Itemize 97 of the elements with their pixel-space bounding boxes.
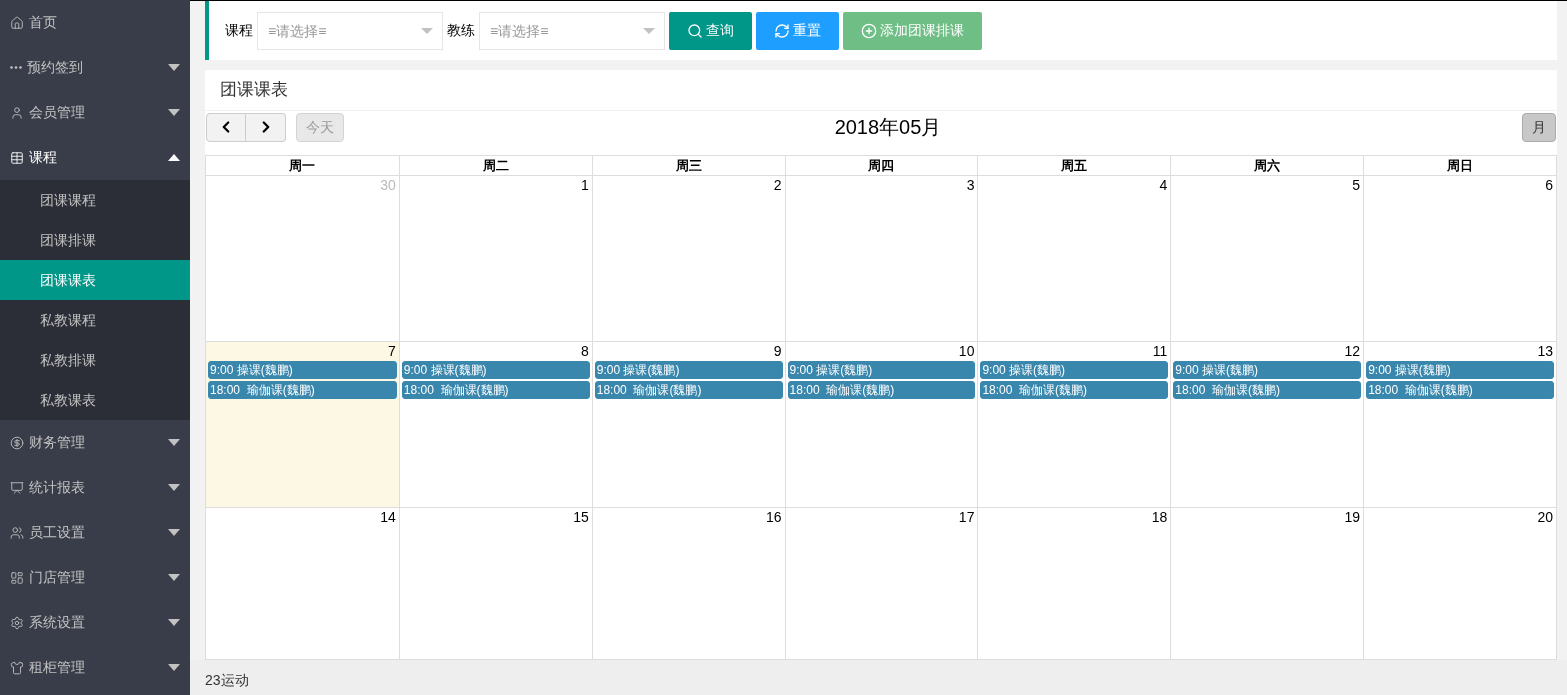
day-number: 8 xyxy=(580,342,590,360)
filter-label: 教练 xyxy=(447,21,475,40)
presentation-icon xyxy=(10,480,24,495)
day-cell[interactable]: 6 xyxy=(1363,176,1556,341)
sidebar-item[interactable]: 租柜管理 xyxy=(0,645,190,690)
sidebar-item[interactable]: 首页 xyxy=(0,0,190,45)
sidebar-item[interactable]: 系统设置 xyxy=(0,600,190,645)
day-number: 15 xyxy=(573,508,590,526)
month-view-button[interactable]: 月 xyxy=(1522,112,1556,142)
event-chip[interactable]: 9:00 操课(魏鹏) xyxy=(787,361,976,379)
search-icon xyxy=(687,22,703,39)
footer-text: 23运动 xyxy=(205,671,249,690)
event-chip[interactable]: 18:00 瑜伽课(魏鹏) xyxy=(208,381,397,399)
day-cell[interactable]: 9 9:00 操课(魏鹏) 18:00 瑜伽课(魏鹏) xyxy=(591,342,785,507)
settings-icon xyxy=(10,615,24,630)
caret-down-icon xyxy=(168,64,180,71)
day-number: 14 xyxy=(380,508,397,526)
day-number: 17 xyxy=(958,508,976,526)
grid-icon xyxy=(10,570,24,585)
prev-button[interactable] xyxy=(206,112,246,142)
caret-down-icon xyxy=(168,109,180,116)
event-chip[interactable]: 9:00 操课(魏鹏) xyxy=(208,361,397,379)
plus-circle-icon xyxy=(861,22,877,39)
sidebar-item[interactable]: 门店管理 xyxy=(0,555,190,600)
day-number: 6 xyxy=(1545,176,1554,194)
day-cell[interactable]: 13 9:00 操课(魏鹏) 18:00 瑜伽课(魏鹏) xyxy=(1363,342,1556,507)
event-chip[interactable]: 9:00 操课(魏鹏) xyxy=(1173,361,1362,379)
shirt-icon xyxy=(10,660,24,675)
day-cell[interactable]: 7 9:00 操课(魏鹏) 18:00 瑜伽课(魏鹏) xyxy=(206,342,399,507)
calendar-title: 2018年05月 xyxy=(833,115,943,140)
day-cell[interactable]: 8 9:00 操课(魏鹏) 18:00 瑜伽课(魏鹏) xyxy=(398,342,592,507)
caret-down-icon xyxy=(168,529,180,536)
sidebar-item[interactable]: 财务管理 xyxy=(0,420,190,465)
event-chip[interactable]: 9:00 操课(魏鹏) xyxy=(594,361,783,379)
day-number: 16 xyxy=(766,508,783,526)
day-cell[interactable]: 11 9:00 操课(魏鹏) 18:00 瑜伽课(魏鹏) xyxy=(977,342,1171,507)
sidebar-item[interactable]: 会员管理 xyxy=(0,90,190,135)
caret-down-icon xyxy=(168,574,180,581)
day-cell[interactable]: 15 xyxy=(398,508,592,659)
day-number: 30 xyxy=(380,176,397,194)
event-chip[interactable]: 18:00 瑜伽课(魏鹏) xyxy=(1173,381,1362,399)
sidebar-item[interactable]: 课程 xyxy=(0,135,190,180)
day-number: 11 xyxy=(1152,342,1169,360)
day-cell[interactable]: 1 xyxy=(398,176,592,341)
submenu-item[interactable]: 私教课表 xyxy=(0,380,190,420)
users-icon xyxy=(10,525,24,540)
panel-title: 团课课表 xyxy=(220,79,288,102)
day-number: 18 xyxy=(1151,508,1169,526)
day-number: 9 xyxy=(773,342,783,360)
day-cell[interactable]: 20 xyxy=(1363,508,1556,659)
submenu-item[interactable]: 私教排课 xyxy=(0,340,190,380)
search-button[interactable]: 查询 xyxy=(669,11,752,50)
day-number: 19 xyxy=(1344,508,1362,526)
caret-down-icon xyxy=(168,664,180,671)
event-chip[interactable]: 18:00 瑜伽课(魏鹏) xyxy=(594,381,783,399)
event-chip[interactable]: 9:00 操课(魏鹏) xyxy=(1366,361,1554,379)
day-number: 7 xyxy=(388,342,397,360)
event-chip[interactable]: 9:00 操课(魏鹏) xyxy=(401,361,590,379)
sidebar-item[interactable]: 员工设置 xyxy=(0,510,190,555)
sidebar-item[interactable]: 预约签到 xyxy=(0,45,190,90)
event-chip[interactable]: 18:00 瑜伽课(魏鹏) xyxy=(1366,381,1554,399)
user-icon xyxy=(10,105,24,120)
submenu-item[interactable]: 团课排课 xyxy=(0,220,190,260)
submenu-item[interactable]: 团课课程 xyxy=(0,180,190,220)
caret-down-icon xyxy=(168,484,180,491)
event-chip[interactable]: 18:00 瑜伽课(魏鹏) xyxy=(401,381,590,399)
table-icon xyxy=(10,150,24,165)
event-chip[interactable]: 9:00 操课(魏鹏) xyxy=(980,361,1169,379)
dots-icon xyxy=(10,66,22,69)
submenu-item[interactable]: 私教课程 xyxy=(0,300,190,340)
caret-down-icon xyxy=(168,619,180,626)
next-button[interactable] xyxy=(246,112,286,142)
select-field[interactable]: ≡请选择≡ xyxy=(479,11,665,50)
select-field[interactable]: ≡请选择≡ xyxy=(257,11,443,50)
event-chip[interactable]: 18:00 瑜伽课(魏鹏) xyxy=(787,381,976,399)
day-number: 12 xyxy=(1344,342,1362,360)
caret-down-icon xyxy=(421,27,433,34)
event-chip[interactable]: 18:00 瑜伽课(魏鹏) xyxy=(980,381,1169,399)
submenu-item[interactable]: 团课课表 xyxy=(0,260,190,300)
day-number: 3 xyxy=(966,176,976,194)
day-cell[interactable]: 10 9:00 操课(魏鹏) 18:00 瑜伽课(魏鹏) xyxy=(784,342,978,507)
caret-down-icon xyxy=(168,439,180,446)
day-number: 2 xyxy=(773,176,783,194)
day-number: 1 xyxy=(580,176,590,194)
day-number: 5 xyxy=(1352,176,1362,194)
day-number: 13 xyxy=(1537,342,1554,360)
day-number: 4 xyxy=(1159,176,1169,194)
day-cell[interactable]: 12 9:00 操课(魏鹏) 18:00 瑜伽课(魏鹏) xyxy=(1170,342,1364,507)
caret-down-icon xyxy=(643,27,655,34)
home-icon xyxy=(10,15,24,30)
refresh-icon xyxy=(774,22,790,39)
filter-label: 课程 xyxy=(225,21,253,40)
caret-up-icon xyxy=(168,154,180,161)
sidebar-item[interactable]: 统计报表 xyxy=(0,465,190,510)
day-number: 20 xyxy=(1537,508,1554,526)
weekday-header: 周一 xyxy=(288,157,317,175)
day-number: 10 xyxy=(958,342,976,360)
